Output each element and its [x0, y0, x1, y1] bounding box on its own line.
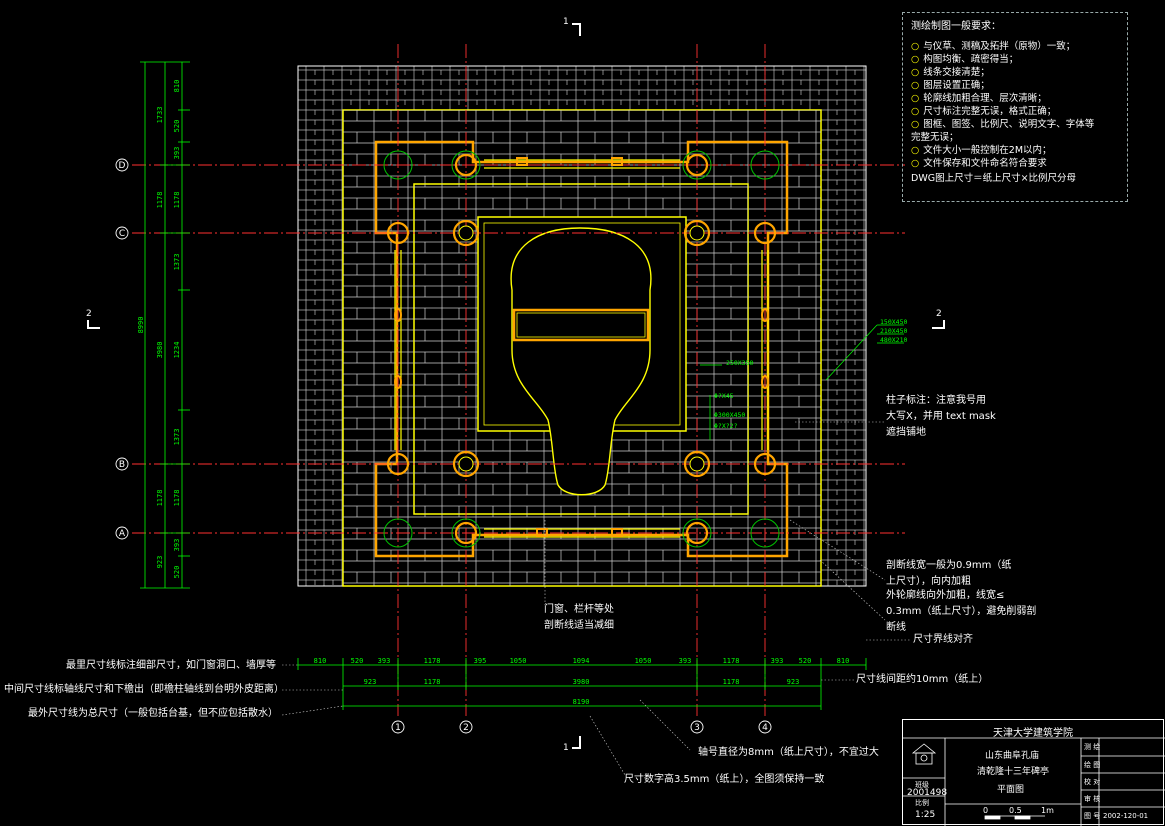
axis-label-a: A — [119, 529, 126, 539]
svg-text:1178: 1178 — [156, 192, 164, 209]
material-label: 150X450 — [880, 318, 907, 326]
requirement-item: ○ 与仪草、测稿及拓拌（原物）一致； — [911, 41, 1076, 52]
svg-text:1373: 1373 — [173, 429, 181, 446]
dim-bottom-total: 8190 — [573, 698, 590, 706]
dim-detail-note: 最里尺寸线标注细部尺寸，如门窗洞口、墙厚等 — [66, 660, 276, 671]
requirement-item: ○ 轮廓线加粗合理、层次清晰； — [911, 93, 1047, 104]
inner-label: 250X350 — [726, 359, 753, 367]
svg-text:393: 393 — [679, 657, 692, 665]
column-note: 柱子标注：注意我号用 大写X，并用 text mask 遮挡铺地 — [886, 395, 996, 438]
svg-text:393: 393 — [771, 657, 784, 665]
outline-note: 外轮廓线向外加粗，线宽≤ 0.3mm（纸上尺寸），避免削弱剖 断线 — [886, 590, 1037, 633]
material-label: 480X210 — [880, 336, 907, 344]
requirement-item: ○ 图框、图签、比例尺、说明文字、字体等 — [911, 119, 1095, 130]
svg-text:810: 810 — [314, 657, 327, 665]
drawing-number: 2002-120-01 — [1103, 812, 1149, 820]
svg-text:1178: 1178 — [173, 490, 181, 507]
doors-note: 门窗、栏杆等处 剖断线适当减细 — [544, 604, 614, 631]
svg-text:520: 520 — [173, 120, 181, 133]
material-label: 210X450 — [880, 327, 907, 335]
svg-text:923: 923 — [787, 678, 800, 686]
field-number: 图 号 — [1084, 812, 1101, 820]
field-draw: 绘 图 — [1084, 761, 1101, 769]
requirements-title: 测绘制图一般要求： — [911, 21, 1001, 32]
axis-label-d: D — [119, 161, 126, 171]
section-mark-top: 1 — [563, 17, 569, 27]
axis-label-1: 1 — [395, 723, 401, 733]
svg-text:520: 520 — [799, 657, 812, 665]
svg-text:923: 923 — [156, 556, 164, 569]
scale-label: 比例 — [915, 799, 929, 807]
svg-text:1094: 1094 — [573, 657, 590, 665]
svg-text:1178: 1178 — [424, 678, 441, 686]
axis-label-b: B — [119, 460, 125, 470]
field-survey: 测 绘 — [1084, 743, 1101, 751]
scale-value: 1:25 — [915, 810, 936, 820]
dim-text-note: 尺寸数字高3.5mm（纸上），全图须保持一致 — [624, 774, 825, 785]
requirement-item: ○ 线条交接清楚； — [911, 67, 990, 78]
svg-text:810: 810 — [173, 80, 181, 93]
requirements-footer: DWG图上尺寸＝纸上尺寸×比例尺分母 — [911, 173, 1077, 184]
scale-bar-1m: 1m — [1041, 806, 1054, 815]
svg-text:1178: 1178 — [723, 657, 740, 665]
svg-text:1050: 1050 — [635, 657, 652, 665]
field-review: 审 核 — [1084, 795, 1101, 803]
svg-text:1178: 1178 — [424, 657, 441, 665]
drawing-requirements-box: 测绘制图一般要求： ○ 与仪草、测稿及拓拌（原物）一致； ○ 构图均衡、疏密得当； … — [902, 12, 1128, 202]
project-line-1: 山东曲阜孔庙 — [985, 751, 1040, 761]
svg-text:393: 393 — [173, 147, 181, 160]
left-dimension-lines — [140, 61, 190, 589]
svg-text:923: 923 — [364, 678, 377, 686]
svg-text:393: 393 — [173, 539, 181, 552]
field-check: 校 对 — [1084, 778, 1101, 786]
requirement-item-cont: 完整无误； — [911, 132, 959, 143]
svg-text:810: 810 — [837, 657, 850, 665]
svg-text:1733: 1733 — [156, 107, 164, 124]
dim-middle-note: 中间尺寸线标轴线尺寸和下檐出（即檐柱轴线到台明外皮距离） — [4, 684, 284, 695]
requirement-item: ○ 文件大小一般控制在2M以内； — [911, 145, 1052, 156]
requirement-item: ○ 构图均衡、疏密得当； — [911, 54, 1019, 65]
svg-text:1178: 1178 — [723, 678, 740, 686]
title-block: 天津大学建筑学院 山东曲阜孔庙 清乾隆十三年碑亭 平面图 班级 2001498 … — [902, 719, 1165, 826]
section-mark-bottom: 1 — [563, 743, 569, 753]
section-mark-right: 2 — [936, 309, 942, 319]
svg-text:1234: 1234 — [173, 342, 181, 359]
section-mark-left: 2 — [86, 309, 92, 319]
scale-bar-05: 0.5 — [1009, 806, 1022, 815]
inner-label: Φ?X?2? — [714, 422, 738, 430]
axis-diameter-note: 轴号直径为8mm（纸上尺寸），不宜过大 — [698, 747, 879, 758]
svg-text:1050: 1050 — [510, 657, 527, 665]
scale-bar-0: 0 — [983, 806, 989, 815]
inner-label: Φ?X45 — [714, 392, 734, 400]
svg-text:1178: 1178 — [173, 192, 181, 209]
student-id: 2001498 — [907, 788, 948, 798]
dim-align-note: 尺寸界线对齐 — [913, 634, 973, 645]
svg-text:520: 520 — [351, 657, 364, 665]
requirement-item: ○ 尺寸标注完整无误，格式正确； — [911, 106, 1057, 117]
axis-label-3: 3 — [694, 723, 700, 733]
svg-text:520: 520 — [173, 566, 181, 579]
requirement-item: ○ 图层设置正确； — [911, 80, 990, 91]
section-line-note: 剖断线宽一般为0.9mm（纸 上尺寸），向内加粗 — [886, 560, 1012, 587]
svg-text:1178: 1178 — [156, 490, 164, 507]
inner-label: Φ300X450 — [714, 411, 745, 419]
svg-text:3980: 3980 — [573, 678, 590, 686]
axis-label-c: C — [119, 229, 125, 239]
school-name: 天津大学建筑学院 — [993, 728, 1073, 739]
svg-text:1373: 1373 — [173, 254, 181, 271]
svg-text:395: 395 — [474, 657, 487, 665]
svg-text:393: 393 — [378, 657, 391, 665]
dim-left-total: 8990 — [137, 317, 145, 334]
dim-outermost-note: 最外尺寸线为总尺寸（一般包括台基，但不应包括散水） — [28, 708, 278, 719]
project-line-2: 清乾隆十三年碑亭 — [977, 767, 1050, 777]
requirement-item: ○ 文件保存和文件命名符合要求 — [911, 158, 1047, 169]
drawing-title: 平面图 — [997, 785, 1025, 795]
dim-spacing-note: 尺寸线间距约10mm（纸上） — [856, 674, 989, 685]
axis-label-2: 2 — [463, 723, 469, 733]
svg-text:3980: 3980 — [156, 342, 164, 359]
axis-label-4: 4 — [762, 723, 768, 733]
